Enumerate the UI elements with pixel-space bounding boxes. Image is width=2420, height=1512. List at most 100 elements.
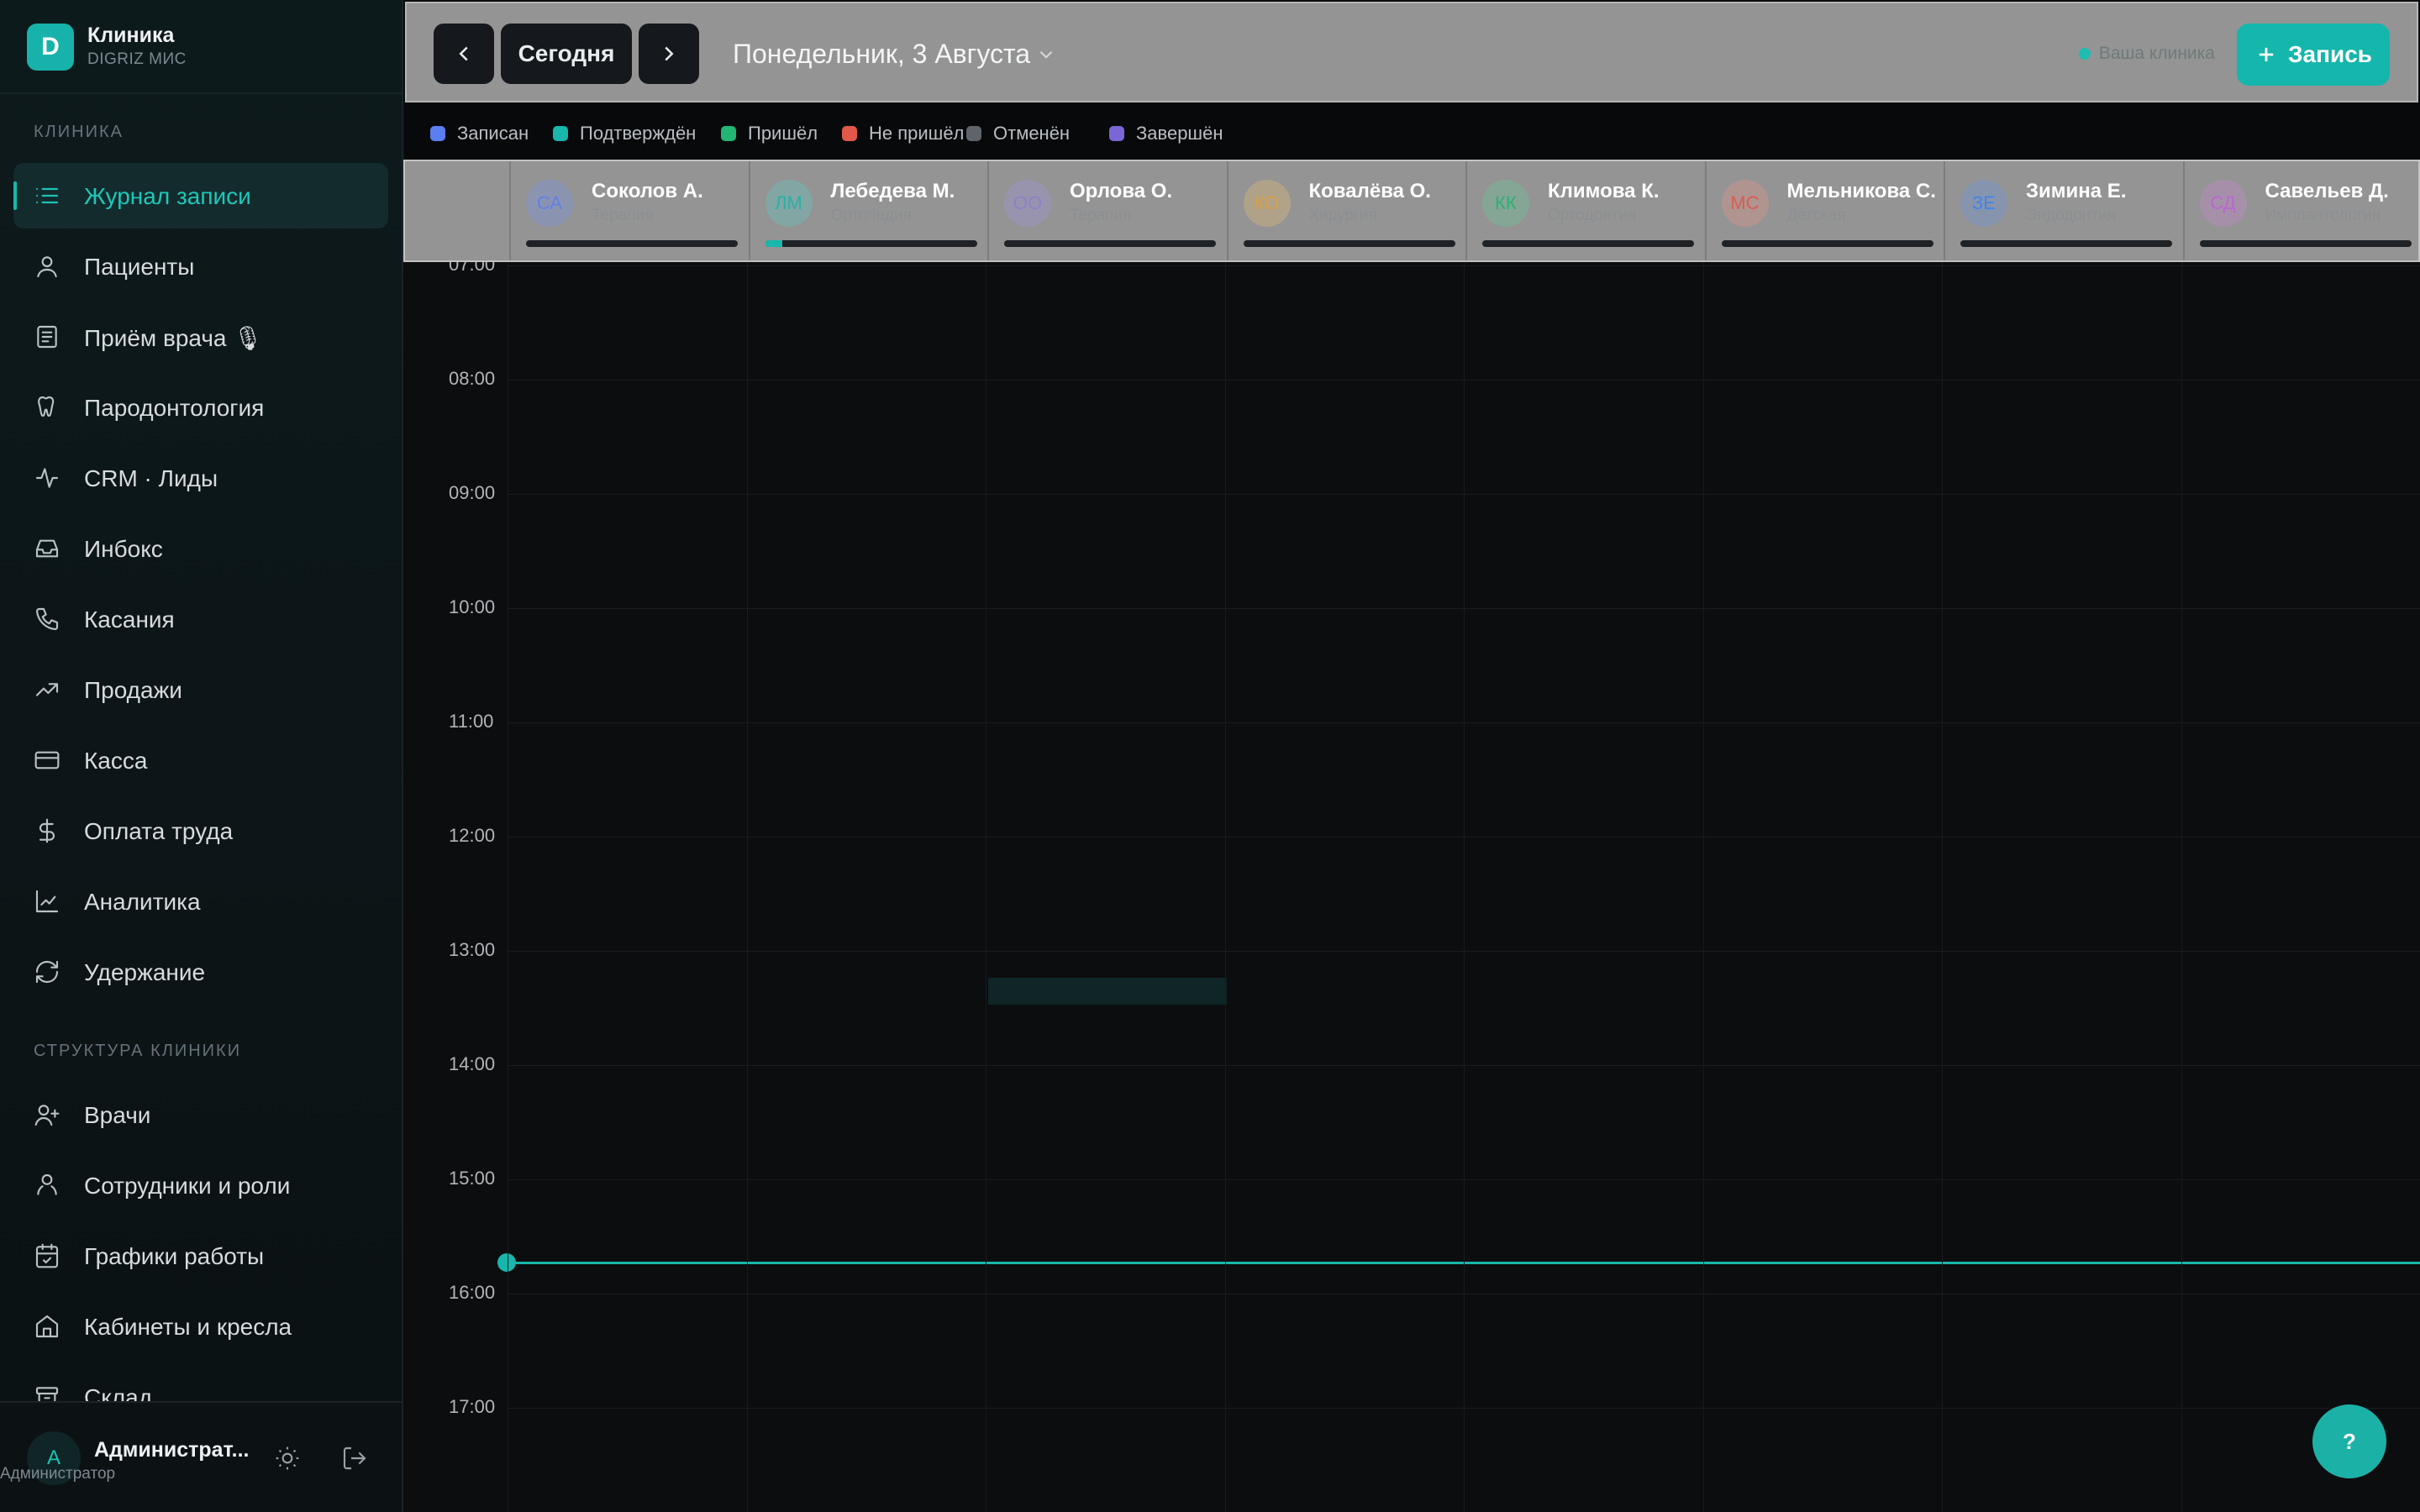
- sidebar-item[interactable]: Оплата труда: [13, 798, 388, 864]
- add-appointment-button[interactable]: Запись: [2237, 24, 2390, 86]
- chevron-left-icon: [459, 46, 468, 61]
- sidebar-item[interactable]: Сотрудники и роли: [13, 1152, 388, 1218]
- doctor-name: Лебедева М.: [830, 180, 955, 202]
- legend-label: Завершён: [1136, 123, 1223, 144]
- sidebar-item-label: Сотрудники и роли: [84, 1173, 291, 1199]
- legend-item: Подтверждён: [553, 123, 696, 144]
- doctor-specialty: Имплантология: [2265, 207, 2381, 224]
- help-button[interactable]: ?: [2312, 1404, 2386, 1478]
- doctor-load-bar: [1243, 240, 1455, 247]
- sidebar-item[interactable]: Пациенты: [13, 234, 388, 299]
- doctor-column-header[interactable]: СД Савельев Д. Имплантология: [2182, 161, 2420, 260]
- doctor-load-bar: [526, 240, 738, 247]
- doctor-column-header[interactable]: КК Климова К. Ортодонтия: [1465, 161, 1704, 260]
- section-label-structure: СТРУКТУРА КЛИНИКИ: [34, 1042, 242, 1060]
- legend-swatch: [430, 126, 445, 141]
- time-label: 11:00: [449, 711, 494, 732]
- doctors-header: СА Соколов А. Терапия ЛМ Лебедева М. Ортопеди…: [403, 160, 2420, 262]
- doctor-avatar: СА: [526, 180, 573, 227]
- sidebar-item-label: CRM · Лиды: [84, 465, 218, 491]
- column-divider: [1702, 262, 1704, 1512]
- legend-item: Завершён: [1109, 123, 1223, 144]
- hour-line: [508, 1408, 2420, 1409]
- time-label: 10:00: [449, 596, 496, 617]
- doctor-name: Соколов А.: [592, 180, 703, 202]
- doctor-specialty: Эндодонтия: [2026, 207, 2117, 224]
- column-divider: [1224, 262, 1226, 1512]
- user-bar: А Администрат... Администратор: [0, 1401, 402, 1512]
- doctor-avatar: КО: [1243, 180, 1291, 227]
- sidebar-item[interactable]: Инбокс: [13, 516, 388, 581]
- status-legend: Записан Подтверждён Пришёл Не пришёл Отменён…: [405, 104, 2420, 160]
- clinic-selector[interactable]: Ваша клиника: [2078, 44, 2215, 64]
- trending-up-icon: [34, 676, 60, 703]
- refresh-icon: [34, 958, 60, 985]
- today-button[interactable]: Сегодня: [501, 24, 632, 84]
- sidebar-item[interactable]: CRM · Лиды: [13, 445, 388, 511]
- sidebar-item[interactable]: Графики работы: [13, 1223, 388, 1289]
- doctor-name: Савельев Д.: [2265, 180, 2389, 202]
- legend-swatch: [842, 126, 857, 141]
- sidebar-item[interactable]: Журнал записи: [13, 163, 388, 228]
- hour-line: [508, 951, 2420, 952]
- plus-icon: [2259, 47, 2274, 62]
- sidebar-item-label: Удержание: [84, 959, 206, 985]
- sidebar-item-label: Приём врача 🎙: [84, 325, 263, 351]
- doctor-column-header[interactable]: МС Мельникова С. Детская: [1704, 161, 1944, 260]
- dollar-icon: [34, 817, 60, 844]
- calendar-check-icon: [34, 1242, 60, 1269]
- phone-icon: [34, 606, 60, 633]
- time-label: 14:00: [449, 1053, 496, 1074]
- doctor-specialty: Ортодонтия: [1548, 207, 1637, 224]
- legend-swatch: [553, 126, 568, 141]
- doctor-load-bar: [2199, 240, 2412, 247]
- section-label-clinic: КЛИНИКА: [34, 123, 124, 141]
- current-time-dot: [497, 1253, 516, 1272]
- next-day-button[interactable]: [639, 24, 699, 84]
- schedule-grid[interactable]: 07:00 08:00 09:00 10:00 11:00 12:00 13:00 14:00…: [403, 262, 2420, 1512]
- topbar: Сегодня Понедельник, 3 Августа Ваша клин…: [405, 2, 2418, 102]
- user-plus-icon: [34, 1101, 60, 1128]
- clinic-status-dot: [2078, 48, 2091, 60]
- clinic-label: Ваша клиника: [2098, 44, 2215, 63]
- legend-swatch: [966, 126, 981, 141]
- date-title[interactable]: Понедельник, 3 Августа: [733, 39, 1030, 70]
- sidebar-item[interactable]: Врачи: [13, 1082, 388, 1147]
- sidebar-item[interactable]: Приём врача 🎙: [13, 304, 388, 370]
- prev-day-button[interactable]: [434, 24, 494, 84]
- doctor-load-bar: [1482, 240, 1694, 247]
- sun-icon[interactable]: [274, 1445, 301, 1472]
- doctor-column-header[interactable]: СА Соколов А. Терапия: [509, 161, 748, 260]
- sidebar-item[interactable]: Удержание: [13, 939, 388, 1005]
- sidebar-item[interactable]: Пародонтология: [13, 375, 388, 440]
- sidebar-item[interactable]: Касса: [13, 727, 388, 793]
- sidebar-item[interactable]: Аналитика: [13, 869, 388, 934]
- chevron-down-icon[interactable]: [1035, 44, 1057, 66]
- doctor-column-header[interactable]: ОО Орлова О. Терапия: [987, 161, 1226, 260]
- appointment-slot[interactable]: [988, 978, 1227, 1005]
- doctor-column-header[interactable]: ЛМ Лебедева М. Ортопедия: [748, 161, 987, 260]
- brand-name: Клиника: [87, 24, 175, 47]
- doctor-column-header[interactable]: ЗЕ Зимина Е. Эндодонтия: [1944, 161, 2182, 260]
- sidebar-item[interactable]: Кабинеты и кресла: [13, 1294, 388, 1359]
- doctor-column-header[interactable]: КО Ковалёва О. Хирургия: [1226, 161, 1465, 260]
- logout-icon[interactable]: [341, 1445, 368, 1472]
- line-chart-icon: [34, 888, 60, 915]
- time-label: 15:00: [449, 1168, 496, 1189]
- doctor-specialty: Терапия: [1070, 207, 1132, 224]
- sidebar-item-label: Склад: [84, 1384, 153, 1403]
- sidebar-item[interactable]: Касания: [13, 586, 388, 652]
- sidebar-item-label: Врачи: [84, 1102, 151, 1128]
- brand-logo: D: [27, 24, 74, 71]
- legend-label: Отменён: [993, 123, 1071, 144]
- time-label: 08:00: [449, 368, 496, 389]
- doctor-load-bar: [765, 240, 977, 247]
- legend-swatch: [1109, 126, 1124, 141]
- list-icon: [34, 182, 60, 209]
- sidebar-item-label: Графики работы: [84, 1243, 265, 1269]
- doctor-avatar: ЗЕ: [1960, 180, 2007, 227]
- sidebar-item[interactable]: Продажи: [13, 657, 388, 722]
- activity-icon: [34, 465, 60, 491]
- brand: D Клиника DIGRIZ МИС: [0, 0, 403, 94]
- sidebar-item[interactable]: Склад: [13, 1364, 388, 1403]
